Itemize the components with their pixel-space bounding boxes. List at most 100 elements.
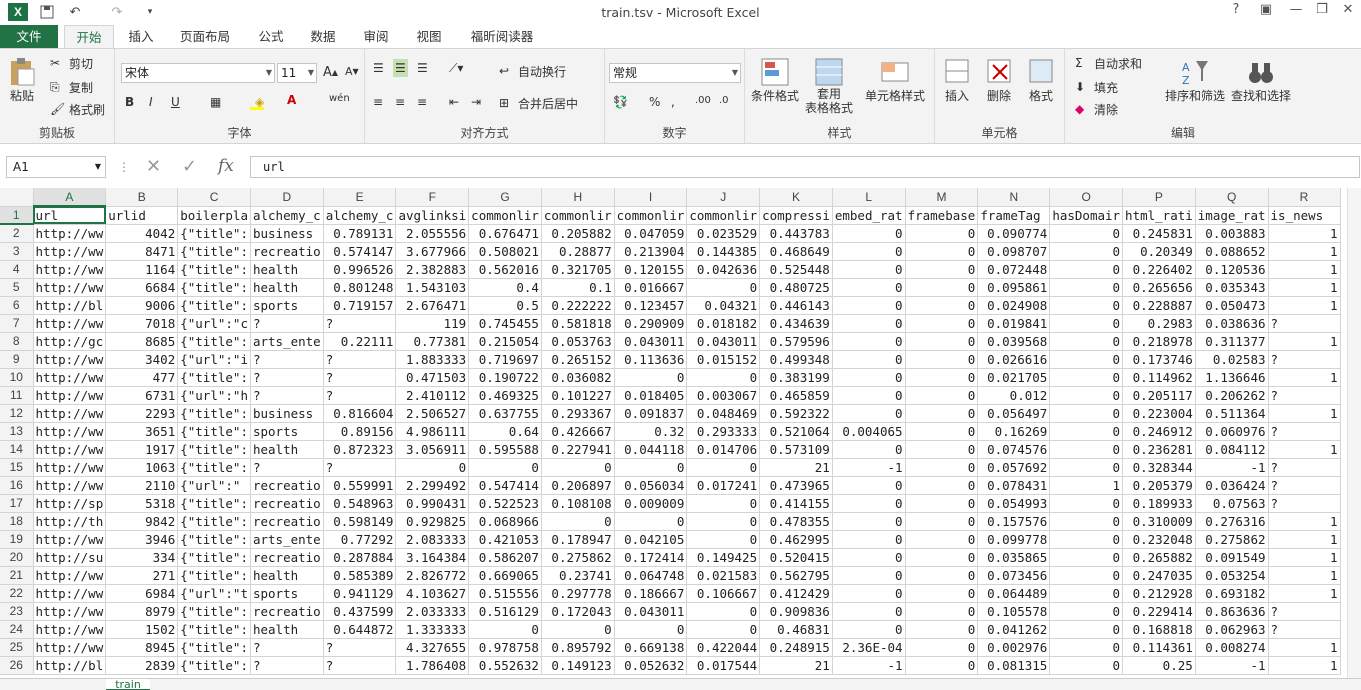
cell[interactable]: 0.516129 [468, 602, 542, 621]
cell[interactable]: 0.060976 [1195, 422, 1269, 441]
close-icon[interactable]: ✕ [1336, 2, 1360, 22]
cell[interactable]: health [250, 566, 324, 585]
cell[interactable]: 2.410112 [395, 386, 470, 405]
cell[interactable]: sports [250, 422, 324, 441]
column-header[interactable]: D [250, 188, 324, 207]
delete-cells-button[interactable]: 删除 [985, 57, 1013, 104]
cell[interactable]: 0 [1049, 296, 1124, 315]
column-header[interactable]: I [614, 188, 688, 207]
cell[interactable]: recreatio [250, 602, 324, 621]
cell[interactable]: 0.412429 [759, 584, 833, 603]
cell[interactable]: 0.32 [614, 422, 688, 441]
help-icon[interactable]: ? [1224, 2, 1248, 22]
cell[interactable]: 0.473965 [759, 476, 833, 495]
cell[interactable]: 0.144385 [686, 242, 761, 261]
cell[interactable]: 0.044118 [614, 440, 688, 459]
cell[interactable]: 0.573109 [759, 440, 833, 459]
row-header[interactable]: 19 [0, 530, 34, 549]
cell[interactable]: {"url":"h [177, 386, 251, 405]
cell[interactable]: health [250, 440, 324, 459]
align-left-icon[interactable]: ≡ [373, 95, 383, 109]
cell[interactable]: {"title": [177, 332, 251, 351]
cell[interactable]: 0.414155 [759, 494, 833, 513]
font-size-select[interactable]: 11 ▼ [277, 63, 317, 83]
cell[interactable]: 0.018182 [686, 314, 761, 333]
cell[interactable]: 0.057692 [977, 458, 1051, 477]
cell[interactable]: 0 [832, 530, 906, 549]
cell[interactable]: 0.053763 [541, 332, 615, 351]
cell[interactable]: 0 [905, 422, 979, 441]
cell[interactable]: avglinksi [395, 206, 470, 225]
cell[interactable]: 0.081315 [977, 656, 1051, 675]
tab-formulas[interactable]: 公式 [250, 25, 292, 49]
find-select-button[interactable]: 查找和选择 [1231, 57, 1291, 104]
row-header[interactable]: 12 [0, 404, 34, 423]
cell[interactable]: 3.056911 [395, 440, 470, 459]
cell[interactable]: 0 [832, 368, 906, 387]
cell[interactable]: http://sp [33, 494, 107, 513]
format-painter-button[interactable]: 🖌 格式刷 [50, 101, 105, 118]
cell[interactable]: 1 [1268, 242, 1341, 261]
increase-font-icon[interactable]: A ▲ [323, 65, 338, 80]
cell[interactable]: -1 [832, 458, 906, 477]
cell[interactable]: 0.064489 [977, 584, 1051, 603]
cell[interactable]: 0.048469 [686, 404, 761, 423]
cell[interactable]: 0.586207 [468, 548, 542, 567]
align-middle-icon[interactable]: ☰ [393, 59, 408, 77]
cell[interactable]: 6984 [105, 584, 179, 603]
cell[interactable]: 0.801248 [323, 278, 397, 297]
cell[interactable]: 0.090774 [977, 224, 1051, 243]
cell[interactable]: 0.218978 [1122, 332, 1196, 351]
cell[interactable]: 0.149425 [686, 548, 761, 567]
cell[interactable]: 0 [1049, 584, 1124, 603]
cell[interactable]: http://ww [33, 584, 107, 603]
cell[interactable]: 0.909836 [759, 602, 833, 621]
cell[interactable]: 3402 [105, 350, 179, 369]
cell[interactable]: 9842 [105, 512, 179, 531]
cell[interactable]: 3.677966 [395, 242, 470, 261]
align-top-icon[interactable]: ☰ [373, 61, 384, 75]
insert-cells-button[interactable]: 插入 [943, 57, 971, 104]
cell[interactable]: 0.106667 [686, 584, 761, 603]
cell[interactable]: 0 [832, 242, 906, 261]
cell[interactable]: 0 [1049, 566, 1124, 585]
cell[interactable]: 0.20349 [1122, 242, 1196, 261]
cell[interactable]: {"url":"c [177, 314, 251, 333]
tab-insert[interactable]: 插入 [120, 25, 162, 49]
cell[interactable]: 1 [1049, 476, 1124, 495]
cell[interactable]: 0 [905, 368, 979, 387]
cell[interactable]: 4.327655 [395, 638, 470, 657]
cell[interactable]: 0.462995 [759, 530, 833, 549]
cell[interactable]: ? [1268, 386, 1341, 405]
cell[interactable]: 0 [905, 242, 979, 261]
cell[interactable]: http://su [33, 548, 107, 567]
cell[interactable]: 0.078431 [977, 476, 1051, 495]
cell[interactable]: http://ww [33, 422, 107, 441]
cell[interactable]: 0.28877 [541, 242, 615, 261]
cell[interactable]: framebase [905, 206, 979, 225]
cell[interactable]: recreatio [250, 494, 324, 513]
cell[interactable]: 0.16269 [977, 422, 1051, 441]
cell[interactable]: 0.07563 [1195, 494, 1269, 513]
cell[interactable]: 0 [686, 512, 761, 531]
format-cells-button[interactable]: 格式 [1027, 57, 1055, 104]
cell[interactable]: http://ww [33, 368, 107, 387]
cell[interactable]: 1 [1268, 530, 1341, 549]
cell[interactable]: 0 [468, 620, 542, 639]
cell[interactable]: 3651 [105, 422, 179, 441]
cell[interactable]: 2.826772 [395, 566, 470, 585]
cell[interactable]: 0.190722 [468, 368, 542, 387]
cell[interactable]: 0.598149 [323, 512, 397, 531]
cell[interactable]: {"title": [177, 656, 251, 675]
cell[interactable]: 0 [1049, 458, 1124, 477]
cell[interactable]: 6684 [105, 278, 179, 297]
cell[interactable]: 0 [1049, 350, 1124, 369]
row-header[interactable]: 24 [0, 620, 34, 639]
cell[interactable]: 0.579596 [759, 332, 833, 351]
cell[interactable]: 0.437599 [323, 602, 397, 621]
cell[interactable]: 0.056497 [977, 404, 1051, 423]
cell[interactable]: http://ww [33, 260, 107, 279]
cell[interactable]: commonlir [541, 206, 615, 225]
cell[interactable]: http://ww [33, 314, 107, 333]
cell[interactable]: 0 [1049, 368, 1124, 387]
